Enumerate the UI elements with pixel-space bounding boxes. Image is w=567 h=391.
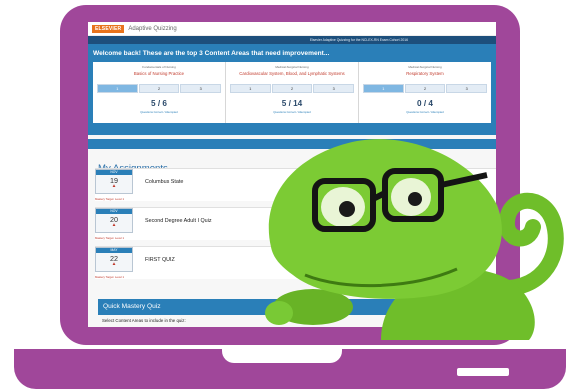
laptop-illustration: ELSEVIER Adaptive Quizzing Elsevier Adap… [0, 0, 567, 391]
date-badge: NOV 20 ▲ [95, 208, 133, 233]
mastery-target: Mastery Target: Level 1 [95, 275, 125, 279]
cohort-title: Elsevier Adaptive Quizzing for the NCLEX… [309, 38, 408, 42]
brand-logo[interactable]: ELSEVIER [92, 24, 125, 33]
warning-icon: ▲ [111, 262, 117, 267]
card-area-link[interactable]: Respiratory System [363, 71, 487, 80]
card-score: 5 / 6 [151, 99, 167, 108]
card-score-label: Questions Correct / Attempted [273, 110, 311, 114]
content-area-card[interactable]: Fundamentals of Nursing Basics of Nursin… [93, 62, 226, 123]
app-title: Adaptive Quizzing [128, 25, 177, 32]
level-segment[interactable]: 2 [271, 84, 313, 93]
mascot-tail [485, 192, 564, 297]
chameleon-mascot-image [265, 139, 564, 340]
warning-icon: ▲ [111, 223, 117, 228]
mastery-target: Mastery Target: Level 1 [95, 236, 125, 240]
content-area-cards: Fundamentals of Nursing Basics of Nursin… [93, 62, 491, 123]
mascot-pupil [339, 201, 355, 217]
quick-mastery-prompt: Select Content Areas to include in the q… [102, 318, 186, 323]
laptop-indicator [457, 368, 509, 376]
card-category: Fundamentals of Nursing [142, 65, 176, 69]
mascot-pupil-right [408, 192, 422, 206]
level-segment[interactable]: 1 [230, 84, 271, 93]
card-category: Medical-Surgical Nursing [275, 65, 309, 69]
assignment-name[interactable]: Second Degree Adult I Quiz [145, 218, 212, 224]
level-segments: 123 [230, 84, 355, 93]
content-area-card[interactable]: Medical-Surgical Nursing Cardiovascular … [226, 62, 359, 123]
mascot-head [268, 139, 502, 299]
level-segment[interactable]: 3 [313, 84, 355, 93]
quick-mastery-title: Quick Mastery Quiz [103, 303, 161, 310]
date-month: NOV [96, 170, 132, 175]
level-segments: 123 [363, 84, 488, 93]
level-segment[interactable]: 2 [404, 84, 446, 93]
level-segment[interactable]: 1 [363, 84, 404, 93]
level-segment[interactable]: 3 [446, 84, 488, 93]
content-area-card[interactable]: Medical-Surgical Nursing Respiratory Sys… [359, 62, 491, 123]
card-category: Medical-Surgical Nursing [408, 65, 442, 69]
level-segment[interactable]: 3 [180, 84, 222, 93]
laptop-notch [222, 349, 342, 363]
cohort-bar: Elsevier Adaptive Quizzing for the NCLEX… [88, 36, 496, 44]
card-score: 0 / 4 [417, 99, 433, 108]
card-score-label: Questions Correct / Attempted [406, 110, 444, 114]
assignment-name[interactable]: FIRST QUIZ [145, 257, 175, 263]
level-segment[interactable]: 2 [138, 84, 180, 93]
mascot-hand [265, 301, 293, 325]
assignment-name[interactable]: Columbus State [145, 179, 183, 185]
date-month: NOV [96, 209, 132, 214]
date-badge: MAY 22 ▲ [95, 247, 133, 272]
date-month: MAY [96, 248, 132, 253]
app-header: ELSEVIER Adaptive Quizzing [88, 22, 496, 36]
welcome-title: Welcome back! These are the top 3 Conten… [93, 50, 330, 57]
card-score: 5 / 14 [281, 99, 303, 108]
date-badge: NOV 19 ▲ [95, 169, 133, 194]
mastery-target: Mastery Target: Level 1 [95, 197, 125, 201]
card-area-link[interactable]: Cardiovascular System, Blood, and Lympha… [230, 71, 354, 80]
level-segment[interactable]: 1 [97, 84, 138, 93]
welcome-panel: Welcome back! These are the top 3 Conten… [88, 44, 496, 135]
level-segments: 123 [97, 84, 222, 93]
card-area-link[interactable]: Basics of Nursing Practice [97, 71, 221, 80]
card-score-label: Questions Correct / Attempted [140, 110, 178, 114]
warning-icon: ▲ [111, 184, 117, 189]
